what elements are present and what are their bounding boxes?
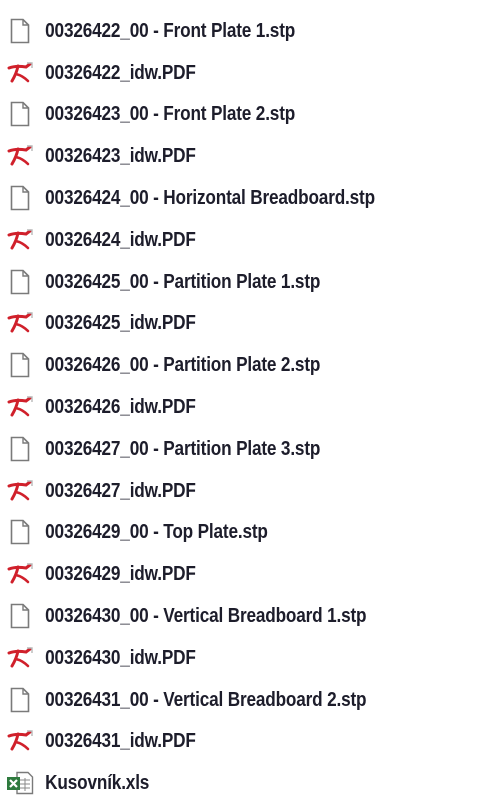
pdf-icon (0, 392, 40, 422)
file-name: 00326423_idw.PDF (45, 145, 196, 168)
file-item[interactable]: 00326423_idw.PDF (0, 135, 483, 177)
file-name: 00326423_00 - Front Plate 2.stp (45, 103, 296, 126)
generic-file-icon (0, 350, 40, 380)
file-name: 00326422_00 - Front Plate 1.stp (45, 19, 296, 42)
file-item[interactable]: 00326424_idw.PDF (0, 219, 483, 261)
file-item[interactable]: 00326431_00 - Vertical Breadboard 2.stp (0, 679, 483, 721)
pdf-icon (0, 308, 40, 338)
file-item[interactable]: 00326430_idw.PDF (0, 637, 483, 679)
pdf-icon (0, 225, 40, 255)
file-item[interactable]: 00326426_00 - Partition Plate 2.stp (0, 344, 483, 386)
file-name: 00326427_00 - Partition Plate 3.stp (45, 437, 321, 460)
file-item[interactable]: Kusovník.xls (0, 762, 483, 804)
pdf-icon (0, 58, 40, 88)
file-name: 00326431_00 - Vertical Breadboard 2.stp (45, 688, 367, 711)
file-item[interactable]: 00326425_00 - Partition Plate 1.stp (0, 261, 483, 303)
file-name: 00326426_idw.PDF (45, 396, 196, 419)
file-name: 00326427_idw.PDF (45, 479, 196, 502)
file-name: Kusovník.xls (45, 772, 150, 795)
file-item[interactable]: 00326427_00 - Partition Plate 3.stp (0, 428, 483, 470)
pdf-icon (0, 726, 40, 756)
generic-file-icon (0, 16, 40, 46)
generic-file-icon (0, 517, 40, 547)
file-name: 00326430_00 - Vertical Breadboard 1.stp (45, 605, 367, 628)
file-item[interactable]: 00326427_idw.PDF (0, 470, 483, 512)
file-name: 00326426_00 - Partition Plate 2.stp (45, 354, 321, 377)
file-name: 00326424_00 - Horizontal Breadboard.stp (45, 187, 375, 210)
pdf-icon (0, 559, 40, 589)
pdf-icon (0, 141, 40, 171)
generic-file-icon (0, 267, 40, 297)
file-name: 00326425_idw.PDF (45, 312, 196, 335)
generic-file-icon (0, 99, 40, 129)
file-name: 00326429_idw.PDF (45, 563, 196, 586)
file-name: 00326431_idw.PDF (45, 730, 196, 753)
file-name: 00326430_idw.PDF (45, 646, 196, 669)
file-item[interactable]: 00326431_idw.PDF (0, 721, 483, 763)
file-item[interactable]: 00326430_00 - Vertical Breadboard 1.stp (0, 595, 483, 637)
file-name: 00326425_00 - Partition Plate 1.stp (45, 270, 321, 293)
file-item[interactable]: 00326422_idw.PDF (0, 52, 483, 94)
file-item[interactable]: 00326425_idw.PDF (0, 303, 483, 345)
generic-file-icon (0, 685, 40, 715)
generic-file-icon (0, 601, 40, 631)
file-item[interactable]: 00326429_00 - Top Plate.stp (0, 512, 483, 554)
file-list: 00326422_00 - Front Plate 1.stp 00326422… (0, 10, 483, 804)
file-item[interactable]: 00326424_00 - Horizontal Breadboard.stp (0, 177, 483, 219)
file-item[interactable]: 00326423_00 - Front Plate 2.stp (0, 94, 483, 136)
file-name: 00326422_idw.PDF (45, 61, 196, 84)
pdf-icon (0, 643, 40, 673)
file-name: 00326424_idw.PDF (45, 228, 196, 251)
file-name: 00326429_00 - Top Plate.stp (45, 521, 268, 544)
pdf-icon (0, 476, 40, 506)
file-item[interactable]: 00326429_idw.PDF (0, 553, 483, 595)
file-item[interactable]: 00326422_00 - Front Plate 1.stp (0, 10, 483, 52)
generic-file-icon (0, 183, 40, 213)
file-item[interactable]: 00326426_idw.PDF (0, 386, 483, 428)
generic-file-icon (0, 434, 40, 464)
